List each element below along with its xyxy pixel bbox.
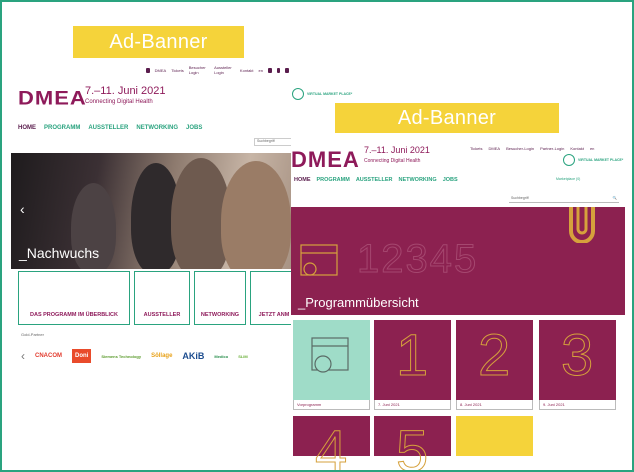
topbar-link-tickets[interactable]: Tickets <box>470 146 483 151</box>
topbar-link-exhibitor-login[interactable]: Aussteller Login <box>214 65 235 75</box>
tile-number: 4 <box>314 419 348 472</box>
event-subtitle: Connecting Digital Health <box>85 99 153 105</box>
hero-banner: 12345 _Programmübersicht <box>291 207 625 315</box>
tile-number: 2 <box>477 323 511 389</box>
hero-date-numbers: 12345 <box>356 237 479 282</box>
search-placeholder: Suchbegriff <box>511 195 529 200</box>
topbar-link-visitor-login[interactable]: Besucher Login <box>189 65 209 75</box>
partner-logo[interactable]: Medico <box>214 349 228 363</box>
search-input[interactable]: Suchbegriff 🔍 <box>509 193 619 203</box>
nav-programm[interactable]: PROGRAMM <box>44 125 80 131</box>
quicklink-cards: DAS PROGRAMM IM ÜBERBLICK AUSSTELLER NET… <box>18 271 291 325</box>
partner-logo[interactable]: CNACOM <box>35 349 62 363</box>
topbar-link-partner-login[interactable]: Partner-Login <box>540 146 564 151</box>
partner-logo[interactable]: Siemens Technology <box>101 349 141 363</box>
nav-programm[interactable]: PROGRAMM <box>317 177 350 183</box>
dmea-logo[interactable]: DMEA <box>18 86 87 109</box>
card-register[interactable]: JETZT ANM <box>250 271 291 325</box>
screenshot-frame: DMEA Tickets Besucher Login Aussteller L… <box>0 0 634 472</box>
topbar-link-tickets[interactable]: Tickets <box>171 68 184 73</box>
nav-jobs[interactable]: JOBS <box>443 177 458 183</box>
nav-aussteller[interactable]: AUSSTELLER <box>356 177 393 183</box>
virtual-market-link[interactable]: VIRTUAL MARKET PLACE* <box>292 88 352 100</box>
hero-slider: ‹ _Nachwuchs <box>11 153 291 269</box>
tile-vorprogramm[interactable]: Vorprogramm <box>293 320 370 410</box>
calendar-clock-icon <box>311 337 349 373</box>
nav-networking[interactable]: NETWORKING <box>398 177 436 183</box>
partner-logo[interactable]: AKiB <box>182 349 204 363</box>
hero-caption: _Programmübersicht <box>298 295 419 310</box>
ad-banner[interactable]: Ad-Banner <box>335 103 559 133</box>
nav-home[interactable]: HOME <box>294 177 311 183</box>
program-day-tiles: Vorprogramm 1 7. Juni 2021 2 8. Juni 202… <box>291 320 632 470</box>
virtual-market-label: VIRTUAL MARKET PLACE* <box>578 158 624 162</box>
main-nav: HOME PROGRAMM AUSSTELLER NETWORKING JOBS <box>294 177 458 183</box>
search-input[interactable]: Suchbegriff <box>254 138 291 146</box>
nav-networking[interactable]: NETWORKING <box>136 125 178 131</box>
ad-banner[interactable]: Ad-Banner <box>73 26 244 58</box>
tile-day-2[interactable]: 2 8. Juni 2021 <box>456 320 533 410</box>
dmea-logo[interactable]: DMEA <box>291 147 360 173</box>
calendar-icon <box>300 244 338 276</box>
globe-icon <box>563 154 575 166</box>
card-networking[interactable]: NETWORKING <box>194 271 246 325</box>
topbar-link-contact[interactable]: Kontakt <box>570 146 584 151</box>
carousel-prev-icon[interactable]: ‹ <box>21 349 25 363</box>
tile-number: 1 <box>395 323 429 389</box>
nav-home[interactable]: HOME <box>18 125 36 131</box>
virtual-market-link[interactable]: VIRTUAL MARKET PLACE* <box>563 154 623 166</box>
topbar-link-visitor-login[interactable]: Besucher-Login <box>506 146 534 151</box>
topbar-link-lang[interactable]: en <box>259 68 263 73</box>
tile-number: 3 <box>560 323 594 389</box>
partners-label: Gold-Partner <box>21 332 44 337</box>
tile-label: 8. Juni 2021 <box>456 400 533 410</box>
tile-label: Vorprogramm <box>293 400 370 410</box>
topbar-link-lang[interactable]: en <box>590 146 594 151</box>
topbar-link-dmea[interactable]: DMEA <box>155 68 167 73</box>
partner-logo[interactable]: Doni <box>72 349 92 363</box>
tile-day-1[interactable]: 1 7. Juni 2021 <box>374 320 451 410</box>
partner-logo[interactable]: SLIM <box>238 349 248 363</box>
event-subtitle: Connecting Digital Health <box>364 158 421 164</box>
card-aussteller[interactable]: AUSSTELLER <box>134 271 190 325</box>
tile-extra[interactable] <box>456 416 533 456</box>
top-utility-bar: Tickets DMEA Besucher-Login Partner-Logi… <box>470 146 594 151</box>
tile-day-3[interactable]: 3 9. Juni 2021 <box>539 320 616 410</box>
nav-jobs[interactable]: JOBS <box>186 125 202 131</box>
topbar-link-dmea[interactable]: DMEA <box>489 146 501 151</box>
youtube-icon[interactable] <box>276 67 281 73</box>
event-dates: 7.–11. Juni 2021 <box>364 145 430 155</box>
page-screenshot-back: DMEA Tickets Besucher Login Aussteller L… <box>11 59 291 389</box>
tile-label: 9. Juni 2021 <box>539 400 616 410</box>
tile-day-5[interactable]: 5 <box>374 416 451 470</box>
partner-logo[interactable]: Söllage <box>151 349 172 363</box>
hero-photo-person <box>221 161 291 269</box>
tile-label: 7. Juni 2021 <box>374 400 451 410</box>
topbar-link-contact[interactable]: Kontakt <box>240 68 254 73</box>
event-dates: 7.–11. Juni 2021 <box>85 85 166 97</box>
twitter-icon[interactable] <box>267 67 272 73</box>
globe-icon <box>292 88 304 100</box>
main-nav: HOME PROGRAMM AUSSTELLER NETWORKING JOBS <box>18 125 202 131</box>
page-screenshot-front: Tickets DMEA Besucher-Login Partner-Logi… <box>291 137 632 470</box>
top-utility-bar: DMEA Tickets Besucher Login Aussteller L… <box>146 65 291 75</box>
tile-number: 5 <box>395 419 429 472</box>
virtual-market-label: VIRTUAL MARKET PLACE* <box>307 92 353 96</box>
search-icon[interactable]: 🔍 <box>613 196 617 200</box>
tile-day-4[interactable]: 4 <box>293 416 370 470</box>
u-shape-icon <box>569 207 595 243</box>
dmea-icon <box>146 67 150 73</box>
card-programm[interactable]: DAS PROGRAMM IM ÜBERBLICK <box>18 271 130 325</box>
slider-prev-icon[interactable]: ‹ <box>20 201 25 217</box>
nav-aussteller[interactable]: AUSSTELLER <box>88 125 128 131</box>
share-icon[interactable] <box>285 67 289 73</box>
marketplace-link[interactable]: Marketplace (0) <box>556 177 580 181</box>
hero-caption: _Nachwuchs <box>19 245 100 261</box>
partner-carousel: ‹ CNACOM Doni Siemens Technology Söllage… <box>21 344 291 368</box>
